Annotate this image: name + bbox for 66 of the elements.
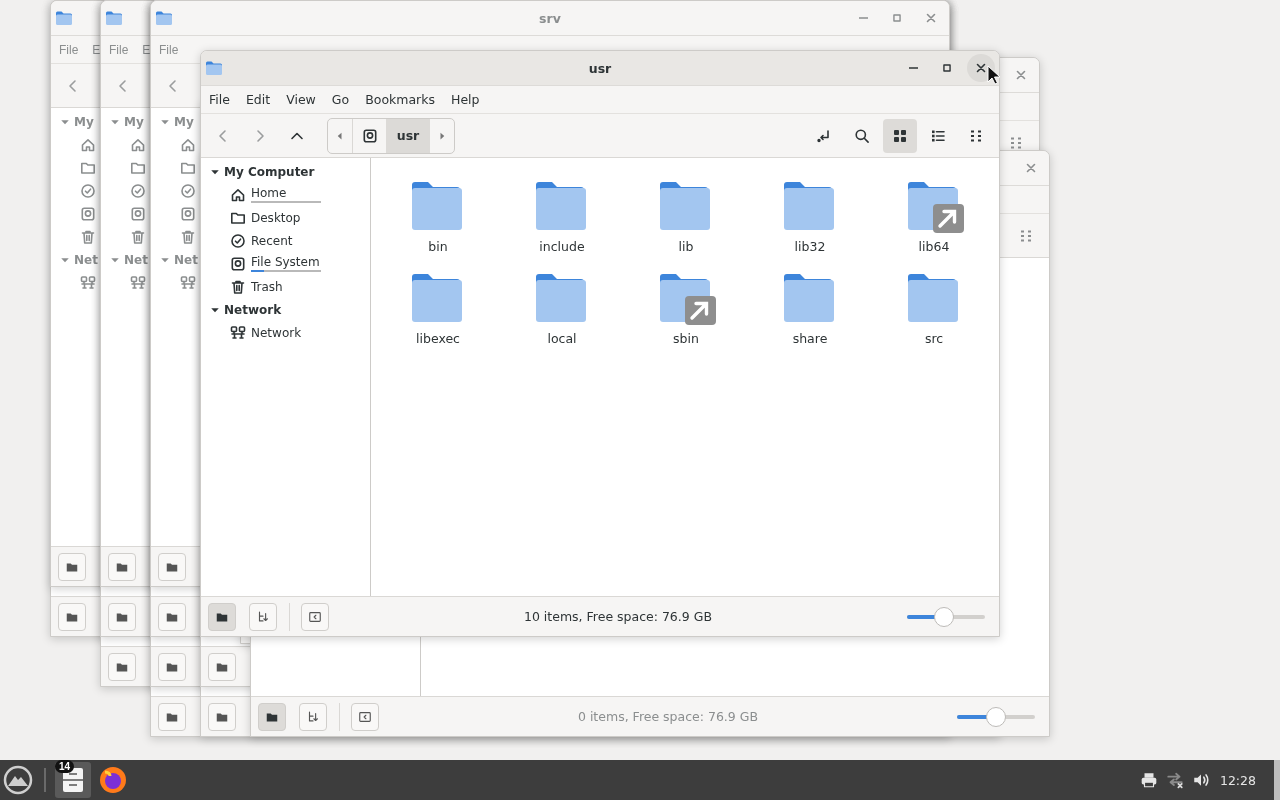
folder-icon [205, 60, 223, 76]
printer-icon[interactable] [1139, 771, 1158, 789]
minimize-icon [908, 67, 918, 69]
menu-item[interactable]: Go [323, 92, 358, 107]
file-name[interactable]: include [539, 239, 585, 254]
home-icon [230, 186, 246, 203]
folder-icon [105, 10, 123, 26]
file-name[interactable]: libexec [416, 331, 460, 346]
maximize-icon [940, 61, 954, 75]
sidebar-item[interactable]: File System [251, 255, 321, 269]
tree-icon [256, 609, 270, 624]
network-offline-icon[interactable] [1165, 771, 1184, 789]
zoom-slider[interactable] [907, 606, 985, 627]
sidebar-heading[interactable]: My Computer [224, 164, 315, 179]
compact-view-icon [968, 127, 984, 144]
window-title: srv [539, 10, 561, 26]
sidebar-item[interactable]: Recent [251, 233, 293, 248]
drive-icon [361, 127, 378, 144]
start-button[interactable] [3, 765, 33, 795]
sidebar-item[interactable]: Desktop [251, 210, 301, 225]
sidebar-item[interactable]: Trash [251, 279, 283, 294]
return-arrow-icon [816, 127, 832, 144]
sidebar-item[interactable]: Home [251, 186, 321, 200]
file-name[interactable]: share [792, 331, 828, 346]
menu-item[interactable]: Edit [237, 92, 279, 107]
count-badge: 14 [55, 760, 75, 773]
maximize-icon [890, 11, 904, 25]
search-icon [854, 127, 870, 144]
path-button[interactable]: usr [386, 118, 430, 153]
view-mode-button[interactable] [883, 118, 917, 153]
sidebar-toggle-button[interactable] [301, 602, 329, 631]
grid-view-icon [892, 127, 908, 144]
sidebar-toggle-icon [358, 709, 372, 724]
file-manager-button[interactable]: 14 [55, 762, 91, 798]
tree-icon [306, 709, 320, 724]
menu-item[interactable]: File [201, 92, 238, 107]
network-icon [230, 324, 246, 341]
trash-icon [230, 278, 246, 295]
drive-icon [230, 255, 246, 272]
slider-thumb[interactable] [934, 606, 955, 627]
file-name[interactable]: src [924, 331, 944, 346]
folder-icon [155, 10, 173, 26]
clock-icon [230, 232, 246, 249]
file-name[interactable]: bin [428, 239, 448, 254]
minimize-icon [858, 17, 868, 19]
file-name[interactable]: lib [678, 239, 694, 254]
file-name[interactable]: lib32 [794, 239, 826, 254]
sidebar-item[interactable]: Network [251, 325, 302, 340]
volume-icon[interactable] [1191, 771, 1210, 789]
menu-item[interactable]: Help [443, 92, 488, 107]
tree-button[interactable] [249, 602, 277, 631]
sidebar-heading[interactable]: Network [224, 302, 282, 317]
folder-icon [55, 10, 73, 26]
file-name[interactable]: lib64 [918, 239, 950, 254]
file-name[interactable]: local [547, 331, 577, 346]
places-button[interactable] [208, 602, 236, 631]
status-text: 0 items, Free space: 76.9 GB [576, 709, 760, 724]
menu-item[interactable]: View [278, 92, 324, 107]
file-name[interactable]: sbin [673, 331, 699, 346]
menu-item[interactable]: Bookmarks [357, 92, 443, 107]
sidebar-toggle-icon [308, 609, 322, 624]
slider-thumb[interactable] [986, 706, 1006, 727]
window-title: usr [588, 60, 612, 76]
clock[interactable]: 12:28 [1219, 772, 1256, 788]
browser-icon [98, 765, 128, 795]
status-text: 10 items, Free space: 76.9 GB [523, 609, 713, 624]
